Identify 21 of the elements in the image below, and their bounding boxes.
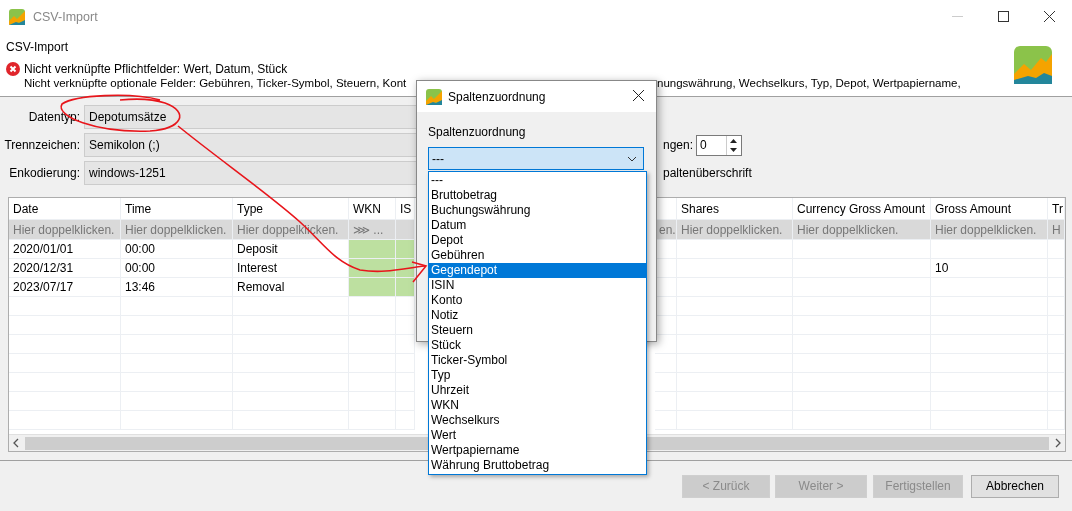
table-cell: 2020/01/01	[9, 240, 121, 259]
checkbox-label: paltenüberschrift	[663, 166, 753, 180]
table-cell: 2020/12/31	[9, 259, 121, 278]
field-label: ngen:	[663, 138, 695, 152]
table-cell: 2023/07/17	[9, 278, 121, 297]
table-cell: Deposit	[233, 240, 349, 259]
table-cell: 00:00	[121, 240, 233, 259]
dialog-title: Spaltenzuordnung	[448, 89, 546, 104]
table-cell: Interest	[233, 259, 349, 278]
error-message: Nicht verknüpfte Pflichtfelder: Wert, Datum, Stück	[24, 62, 288, 76]
field-label: Enkodierung:	[8, 166, 81, 180]
window-title: CSV-Import	[33, 9, 98, 24]
info-message: Nicht verknüpfte optionale Felder: Gebühren, Ticker-Symbol, Steuern, Kont	[24, 77, 408, 91]
page-title: CSV-Import	[6, 40, 69, 54]
table-cell: 00:00	[121, 259, 233, 278]
table-cell: 10	[931, 259, 1048, 278]
table-cell: 13:46	[121, 278, 233, 297]
field-label: Spaltenzuordnung	[428, 125, 527, 139]
field-label: Trennzeichen:	[4, 138, 81, 152]
table-cell: Removal	[233, 278, 349, 297]
info-message: nungswährung, Wechselkurs, Typ, Depot, Wertpapiername,	[657, 77, 962, 91]
